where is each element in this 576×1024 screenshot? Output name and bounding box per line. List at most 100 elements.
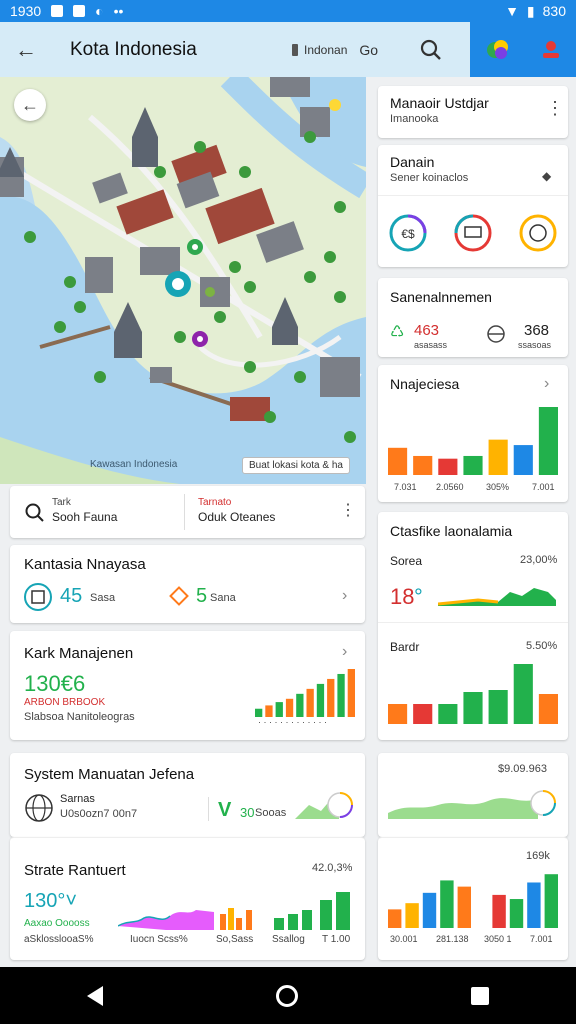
go-button[interactable]: Go (359, 42, 378, 58)
diamond-icon[interactable]: ◆ (542, 169, 551, 183)
kartu-title: Kantasia Nnayasa (24, 556, 146, 573)
search-value: Sooh Fauna (52, 510, 118, 524)
account-area (470, 22, 576, 77)
stats-sub-1: Sorea (390, 554, 423, 568)
summary-label-2: ssasoas (518, 340, 552, 350)
chart-card-1[interactable]: Nnajeciesa › 7.031 2.0560 305% 7.001 (378, 365, 568, 502)
chart-3-xlabel-4: 7.001 (530, 934, 553, 944)
chart-3-value: 169k (526, 850, 550, 862)
kartu-label-1: Sasa (90, 592, 116, 604)
summary-card[interactable]: Sanenalnnemen ♺ 463 asasass 368 ssasoas (378, 278, 568, 357)
chart-card-3[interactable]: 169k 30.001 281.138 3050 1 7.001 (378, 837, 568, 960)
chart-bar (327, 678, 335, 717)
stats-card[interactable]: Ctasfike laonalamia Sorea 23,00% 18 ° Ba… (378, 512, 568, 740)
chart-bar (513, 664, 533, 724)
strata-title: Strate Rantuert (24, 862, 126, 879)
back-arrow-icon[interactable]: ← (0, 37, 52, 63)
trend-card[interactable]: $9.09.963 (378, 753, 568, 837)
chart-bar (438, 704, 458, 724)
more-vert-icon[interactable]: ⋮ (546, 98, 564, 119)
cart-ring-icon[interactable] (453, 213, 493, 253)
chart-bar (255, 708, 263, 717)
system-nav-bar (0, 967, 576, 1024)
chart-bar (388, 704, 408, 724)
strata-bar-chart-2 (274, 892, 350, 930)
battery-icon: ▮ (526, 2, 535, 19)
wallet-ring-icon[interactable] (518, 213, 558, 253)
profile-icon[interactable] (539, 38, 563, 62)
system-card[interactable]: System Manuatan Jefena Sarnas U0s0ozn7 0… (10, 753, 365, 837)
chart-bar (296, 693, 304, 717)
trend-value: $9.09.963 (498, 763, 547, 775)
chart-bar (440, 880, 454, 928)
chart-bar (388, 447, 408, 475)
chart-bar (488, 439, 508, 475)
system-title: System Manuatan Jefena (24, 766, 195, 783)
more-vert-icon[interactable]: ⋮ (340, 500, 356, 520)
app-bar: ← Kota Indonesia Indonan Go (0, 22, 576, 77)
bar-chart-2 (388, 664, 558, 724)
kark-note: ARBON BRBOOK (24, 697, 106, 708)
nav-home-icon[interactable] (275, 984, 298, 1007)
manager-card[interactable]: Manaoir Ustdjar Imanooka ⋮ (378, 86, 568, 138)
summary-value-2: 368 (524, 322, 550, 339)
search-icon[interactable] (416, 35, 446, 65)
chart-1-xlabel-3: 305% (486, 482, 510, 492)
chart-bar (438, 458, 458, 475)
strata-area-chart (118, 910, 214, 930)
danain-title: Danain (390, 154, 435, 170)
divider (378, 195, 568, 196)
strata-value: 130°˅ (24, 890, 78, 912)
chart-bar (337, 673, 345, 717)
apps-icon[interactable] (484, 36, 512, 64)
chart-bar (544, 874, 558, 928)
chevron-right-icon[interactable]: › (342, 643, 347, 661)
location-selector[interactable]: Indonan Go (292, 42, 378, 58)
chart-bar (513, 445, 533, 475)
chart-bar (405, 903, 419, 928)
strata-axis-2: So,Sass (216, 934, 254, 945)
chart-bar (527, 882, 541, 928)
sync-icon: ◐ (95, 3, 104, 19)
map-location-chip[interactable]: Buat lokasi kota & ha (242, 457, 350, 474)
manager-sub: Imanooka (390, 113, 439, 125)
chart-bar (463, 455, 483, 475)
kartu-card[interactable]: Kantasia Nnayasa 45 Sasa 5 Sana › (10, 545, 365, 623)
chart-bar (275, 702, 283, 717)
divider (378, 622, 568, 623)
danain-card[interactable]: Danain Sener koinaclos ◆ €$ (378, 145, 568, 267)
nav-back-icon[interactable] (86, 985, 103, 1006)
chart-bar (538, 407, 558, 475)
kark-card[interactable]: Kark Manajenen › 130€6 ARBON BRBOOK Slab… (10, 631, 365, 740)
chevron-right-icon[interactable]: › (342, 587, 347, 605)
summary-value-1: 463 (414, 322, 440, 339)
system-v-mark: V (218, 799, 232, 821)
status-bar: 1930 ◐ •• ▼ ▮ 830 (0, 0, 576, 22)
chart-card-1-title: Nnajeciesa (390, 376, 460, 392)
chart-bar (413, 704, 433, 724)
chart-bar (413, 455, 433, 475)
notification-icon (51, 5, 64, 17)
system-area-chart (295, 792, 353, 819)
nav-recents-icon[interactable] (471, 986, 490, 1005)
filter-value: Oduk Oteanes (198, 510, 276, 524)
search-card[interactable]: Tark Sooh Fauna Tarnato Oduk Oteanes ⋮ (10, 486, 365, 538)
chevron-right-icon[interactable]: › (544, 375, 549, 393)
summary-title: Sanenalnnemen (390, 289, 492, 305)
chart-bar (538, 694, 558, 724)
strata-card[interactable]: Strate Rantuert 42.0,3% 130°˅ Aaxao Oooo… (10, 837, 365, 960)
calendar-icon (24, 583, 52, 611)
map-caption: Kawasan Indonesia (90, 459, 178, 470)
currency-ring-icon[interactable]: €$ (388, 213, 428, 253)
strata-right-value: 42.0,3% (312, 862, 353, 874)
kartu-value-1: 45 (60, 585, 83, 607)
svg-text:€$: €$ (401, 227, 415, 241)
chart-bar (316, 683, 325, 717)
wifi-icon: ▼ (505, 3, 519, 19)
chart-bar (509, 899, 524, 928)
system-row-label: Sarnas (60, 793, 95, 805)
kark-sub: Slabsoa Nanitoleogras (24, 711, 135, 723)
map-back-button[interactable]: ← (14, 89, 46, 121)
chart-1-xlabel-1: 7.031 (394, 482, 417, 492)
city-map[interactable]: ← Kawasan Indonesia Buat lokasi kota & h… (0, 77, 366, 484)
